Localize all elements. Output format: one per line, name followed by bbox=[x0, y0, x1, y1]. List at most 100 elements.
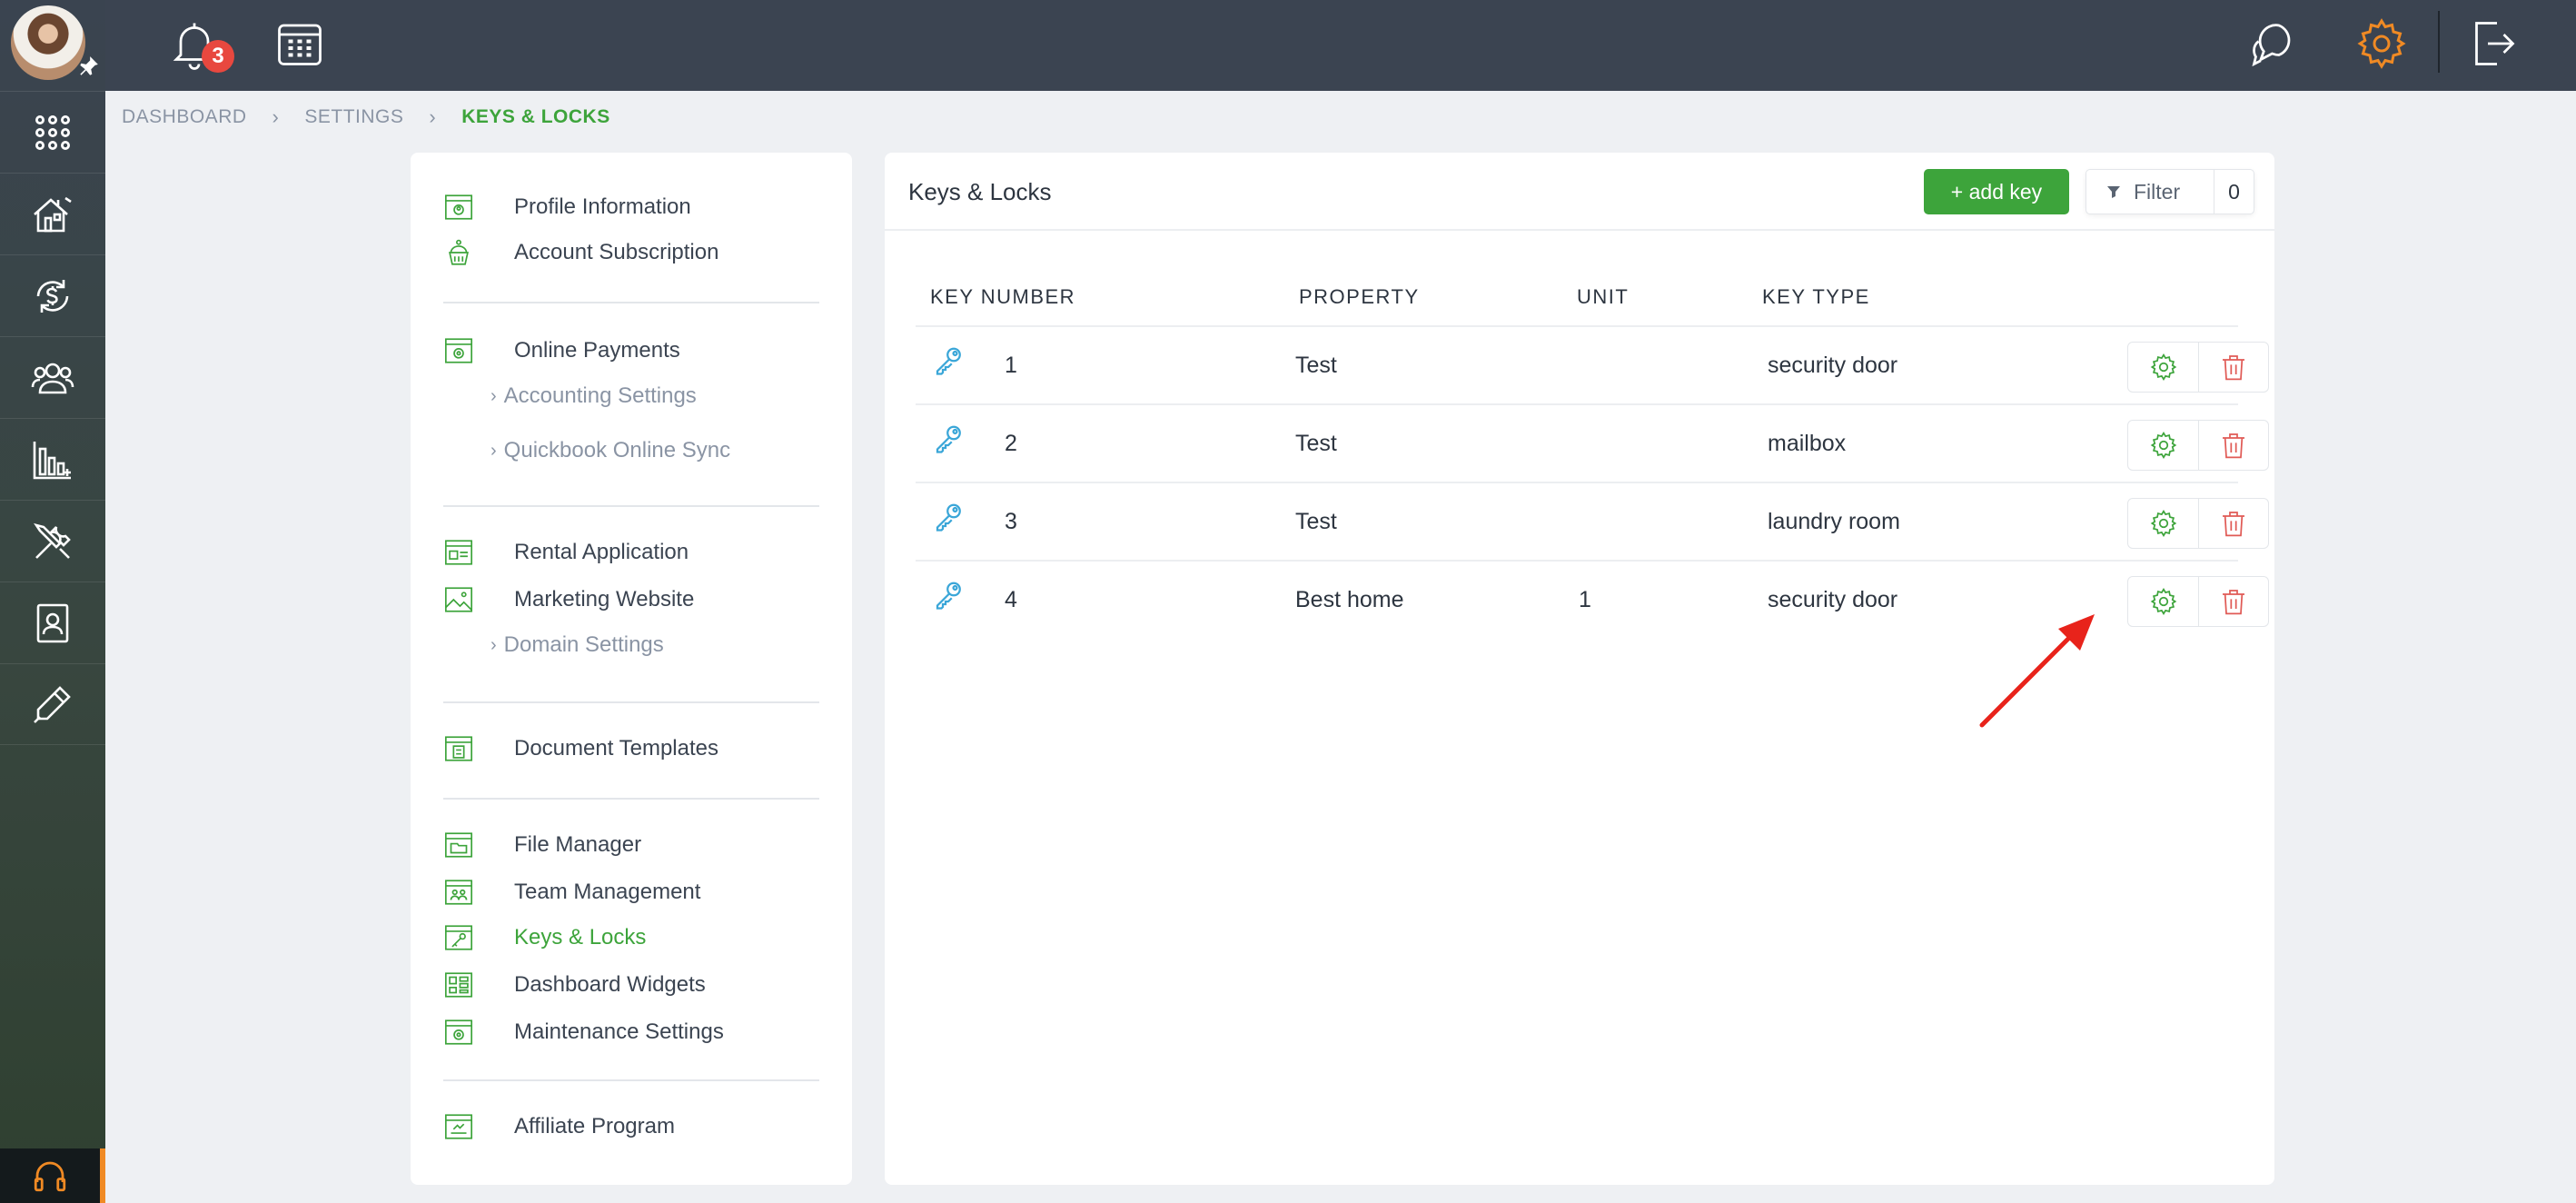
chart-icon bbox=[33, 441, 71, 479]
col-unit[interactable]: UNIT bbox=[1577, 285, 1629, 309]
add-key-button[interactable]: + add key bbox=[1924, 169, 2069, 214]
rail-contacts[interactable] bbox=[0, 582, 105, 663]
avatar-area[interactable] bbox=[0, 0, 105, 87]
left-rail bbox=[0, 0, 105, 1203]
unit: 1 bbox=[1579, 587, 1591, 612]
chevron-right-icon: › bbox=[490, 440, 497, 461]
key-type: security door bbox=[1768, 353, 1898, 378]
trash-icon bbox=[2223, 590, 2244, 615]
menu-domain-settings[interactable]: › Domain Settings bbox=[490, 632, 664, 658]
delete-button[interactable] bbox=[2198, 577, 2268, 626]
topbar-divider bbox=[2438, 11, 2440, 73]
rail-properties[interactable] bbox=[0, 173, 105, 254]
menu-divider bbox=[443, 798, 819, 800]
building-icon bbox=[34, 196, 72, 232]
filter-button[interactable]: Filter 0 bbox=[2086, 169, 2254, 214]
menu-affiliate-program[interactable]: Affiliate Program bbox=[443, 1109, 675, 1145]
key-type: mailbox bbox=[1768, 431, 1847, 456]
gear-icon[interactable] bbox=[2354, 16, 2409, 71]
col-key-number[interactable]: KEY NUMBER bbox=[930, 285, 1075, 309]
property: Test bbox=[1295, 431, 1337, 456]
settings-menu: Profile Information Account Subscription… bbox=[411, 153, 852, 1185]
menu-marketing-website[interactable]: Marketing Website bbox=[443, 582, 694, 618]
team-icon bbox=[444, 880, 473, 905]
row-actions bbox=[2127, 420, 2269, 471]
breadcrumb: DASHBOARD › SETTINGS › KEYS & LOCKS bbox=[122, 104, 610, 131]
filter-count: 0 bbox=[2214, 170, 2254, 214]
notification-badge[interactable]: 3 bbox=[202, 40, 234, 73]
key-type: security door bbox=[1768, 587, 1898, 612]
breadcrumb-settings[interactable]: SETTINGS bbox=[304, 106, 403, 128]
breadcrumb-current: KEYS & LOCKS bbox=[461, 106, 610, 127]
table-row[interactable]: 2 Test mailbox bbox=[916, 405, 2269, 483]
key-icon bbox=[936, 425, 961, 453]
rail-payments[interactable] bbox=[0, 254, 105, 336]
page-title: Keys & Locks bbox=[908, 178, 1052, 205]
rail-sign[interactable] bbox=[0, 663, 105, 745]
calendar-icon[interactable] bbox=[272, 16, 327, 71]
key-number: 1 bbox=[1005, 353, 1017, 378]
money-cycle-icon bbox=[36, 279, 69, 313]
edit-button[interactable] bbox=[2128, 499, 2198, 548]
menu-rental-application[interactable]: Rental Application bbox=[443, 534, 689, 571]
edit-button[interactable] bbox=[2128, 577, 2198, 626]
col-property[interactable]: PROPERTY bbox=[1299, 285, 1420, 309]
menu-dashboard-widgets[interactable]: Dashboard Widgets bbox=[443, 967, 706, 1003]
edit-button[interactable] bbox=[2128, 343, 2198, 392]
menu-file-manager[interactable]: File Manager bbox=[443, 827, 641, 863]
menu-quickbook-sync[interactable]: › Quickbook Online Sync bbox=[490, 438, 730, 463]
breadcrumb-dashboard[interactable]: DASHBOARD bbox=[122, 106, 247, 128]
menu-team-management[interactable]: Team Management bbox=[443, 874, 700, 910]
trash-icon bbox=[2223, 433, 2244, 459]
chevron-right-icon: › bbox=[272, 105, 280, 128]
menu-maintenance-settings[interactable]: Maintenance Settings bbox=[443, 1014, 724, 1050]
payments-icon bbox=[444, 338, 473, 363]
chat-icon[interactable] bbox=[2247, 16, 2302, 71]
table-row[interactable]: 1 Test security door bbox=[916, 327, 2269, 405]
key-icon bbox=[936, 347, 961, 375]
rail-maintenance[interactable] bbox=[0, 500, 105, 582]
panel-header-divider bbox=[885, 229, 2274, 231]
logout-icon[interactable] bbox=[2465, 16, 2520, 71]
property: Test bbox=[1295, 353, 1337, 378]
chevron-right-icon: › bbox=[429, 105, 437, 128]
chevron-right-icon: › bbox=[490, 634, 497, 655]
rail-apps[interactable] bbox=[0, 91, 105, 173]
key-type: laundry room bbox=[1768, 509, 1900, 534]
delete-button[interactable] bbox=[2198, 499, 2268, 548]
contact-card-icon bbox=[36, 603, 69, 642]
rail-support[interactable] bbox=[0, 1148, 105, 1203]
gear-icon bbox=[2150, 510, 2176, 537]
affiliate-icon bbox=[444, 1114, 473, 1139]
application-icon bbox=[444, 540, 473, 565]
menu-accounting-settings[interactable]: › Accounting Settings bbox=[490, 383, 697, 409]
menu-divider bbox=[443, 701, 819, 703]
menu-document-templates[interactable]: Document Templates bbox=[443, 731, 718, 767]
profile-icon bbox=[444, 194, 473, 220]
menu-profile-information[interactable]: Profile Information bbox=[443, 189, 691, 225]
delete-button[interactable] bbox=[2198, 421, 2268, 470]
rail-people[interactable] bbox=[0, 336, 105, 418]
delete-button[interactable] bbox=[2198, 343, 2268, 392]
col-key-type[interactable]: KEY TYPE bbox=[1762, 285, 1870, 309]
widgets-icon bbox=[444, 972, 473, 998]
rail-reports[interactable] bbox=[0, 418, 105, 500]
property: Test bbox=[1295, 509, 1337, 534]
key-number: 3 bbox=[1005, 509, 1017, 534]
key-number: 4 bbox=[1005, 587, 1017, 612]
pin-icon[interactable] bbox=[76, 55, 100, 78]
row-actions bbox=[2127, 342, 2269, 393]
trash-icon bbox=[2223, 512, 2244, 537]
menu-divider bbox=[443, 302, 819, 303]
table-row[interactable]: 3 Test laundry room bbox=[916, 483, 2269, 562]
menu-online-payments[interactable]: Online Payments bbox=[443, 333, 680, 369]
tools-icon bbox=[34, 522, 71, 559]
folder-icon bbox=[444, 832, 473, 858]
chevron-right-icon: › bbox=[490, 385, 497, 406]
avatar[interactable] bbox=[11, 5, 85, 80]
edit-button[interactable] bbox=[2128, 421, 2198, 470]
key-icon bbox=[444, 925, 473, 950]
menu-account-subscription[interactable]: Account Subscription bbox=[443, 234, 718, 271]
menu-keys-locks[interactable]: Keys & Locks bbox=[443, 920, 646, 956]
row-actions bbox=[2127, 576, 2269, 627]
